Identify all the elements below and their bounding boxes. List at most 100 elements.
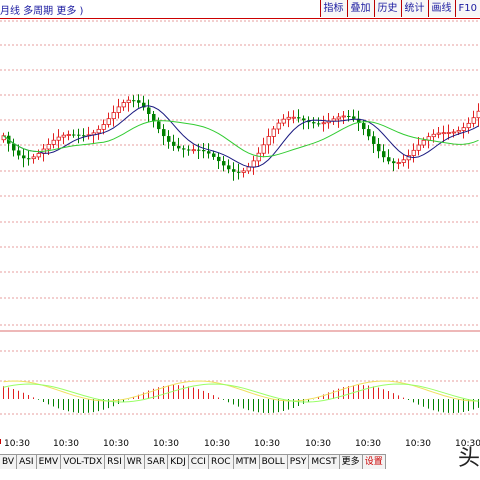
candle-body <box>436 132 441 135</box>
statistics-button[interactable]: 统计 <box>400 0 428 17</box>
time-label: 10:30 <box>204 439 230 449</box>
candle-body <box>121 102 126 108</box>
candle-body <box>431 133 436 138</box>
candle-body <box>162 129 166 137</box>
f10-button[interactable]: F10 <box>454 0 480 17</box>
candle-body <box>56 136 61 141</box>
ma-long-line <box>3 120 479 158</box>
candle-body <box>336 116 341 120</box>
tab-more[interactable]: 更多 <box>339 455 363 469</box>
candle-body <box>456 130 461 133</box>
tab-kdj[interactable]: KDJ <box>168 455 189 469</box>
tab-emv[interactable]: EMV <box>36 455 62 469</box>
tab-roc[interactable]: ROC <box>208 455 234 469</box>
candle-body <box>256 152 261 162</box>
candle-body <box>401 159 406 163</box>
candle-body <box>137 100 141 103</box>
candle-body <box>232 169 236 172</box>
tab-vol-tdx[interactable]: VOL-TDX <box>61 455 106 469</box>
candle-body <box>266 136 271 146</box>
candle-body <box>416 144 421 151</box>
time-label: 10:30 <box>254 439 280 449</box>
candle-body <box>237 171 241 173</box>
time-label: 10:30 <box>305 439 331 449</box>
candle-body <box>187 149 191 151</box>
candle-body <box>177 145 181 149</box>
tab-rsi[interactable]: RSI <box>105 455 125 469</box>
history-button[interactable]: 历史 <box>373 0 401 17</box>
candle-body <box>362 123 366 130</box>
time-tick <box>0 439 1 444</box>
tab-cci[interactable]: CCI <box>188 455 209 469</box>
candle-body <box>276 122 281 130</box>
candle-body <box>241 170 246 173</box>
tab-mcst[interactable]: MCST <box>309 455 340 469</box>
price-grid <box>0 20 480 415</box>
candle-body <box>341 115 346 118</box>
candle-body <box>36 153 41 158</box>
candle-body <box>207 151 211 154</box>
candle-body <box>291 116 296 119</box>
tab-psy[interactable]: PSY <box>287 455 310 469</box>
draw-line-button[interactable]: 画线 <box>427 0 455 17</box>
toolbar-buttons: 指标 叠加 历史 统计 画线 F10 <box>319 0 480 18</box>
candle-body <box>302 118 306 121</box>
candle-body <box>31 156 36 160</box>
candle-body <box>27 158 31 160</box>
candle-body <box>22 155 26 159</box>
candle-body <box>347 115 351 117</box>
tab-settings[interactable]: 设置 <box>362 455 386 469</box>
candle-body <box>82 135 86 137</box>
candle-body <box>286 116 291 120</box>
candle-body <box>451 131 456 134</box>
candle-body <box>461 127 466 131</box>
candle-body <box>77 134 81 136</box>
tab-bv[interactable]: BV <box>0 455 18 469</box>
time-axis: 10:30 10:30 10:30 10:30 10:30 10:30 10:3… <box>0 439 480 452</box>
candle-body <box>312 122 316 124</box>
candle-body <box>367 129 371 137</box>
overlay-button[interactable]: 叠加 <box>346 0 374 17</box>
candle-body <box>172 141 176 146</box>
candle-body <box>297 117 301 119</box>
candle-body <box>227 165 231 170</box>
candle-body <box>96 128 101 134</box>
candle-body <box>377 143 381 152</box>
candle-body <box>446 132 451 134</box>
candlesticks <box>1 94 480 181</box>
candle-body <box>17 150 21 156</box>
candle-body <box>191 149 196 152</box>
candle-body <box>217 156 221 162</box>
candlestick-chart[interactable] <box>0 19 480 439</box>
candle-body <box>321 122 326 125</box>
tab-asi[interactable]: ASI <box>17 455 37 469</box>
candle-body <box>167 136 171 142</box>
candle-body <box>182 148 186 150</box>
indicator-button[interactable]: 指标 <box>319 0 347 17</box>
time-label: 10:30 <box>53 439 79 449</box>
candle-body <box>61 134 66 138</box>
tab-wr[interactable]: WR <box>124 455 145 469</box>
indicator-tabs: BV ASI EMV VOL-TDX RSI WR SAR KDJ CCI RO… <box>0 454 386 469</box>
tab-sar[interactable]: SAR <box>144 455 169 469</box>
tab-boll[interactable]: BOLL <box>259 455 288 469</box>
candle-body <box>101 124 106 130</box>
candle-body <box>281 118 286 124</box>
candle-body <box>111 112 116 120</box>
candle-body <box>106 118 111 125</box>
period-selector[interactable]: 月线 多周期 更多 ) <box>0 2 83 17</box>
candle-body <box>222 161 226 166</box>
candle-body <box>251 160 256 168</box>
tab-mtm[interactable]: MTM <box>233 455 260 469</box>
time-label: 10:30 <box>153 439 179 449</box>
candle-body <box>116 106 121 113</box>
candle-body <box>382 151 386 158</box>
candle-body <box>441 132 446 135</box>
candle-body <box>271 128 276 137</box>
candle-body <box>466 122 471 129</box>
candle-body <box>317 123 321 125</box>
candle-body <box>132 100 136 102</box>
candle-body <box>46 143 51 150</box>
indicator-tab-bar: BV ASI EMV VOL-TDX RSI WR SAR KDJ CCI RO… <box>0 446 480 480</box>
candle-body <box>152 113 156 122</box>
